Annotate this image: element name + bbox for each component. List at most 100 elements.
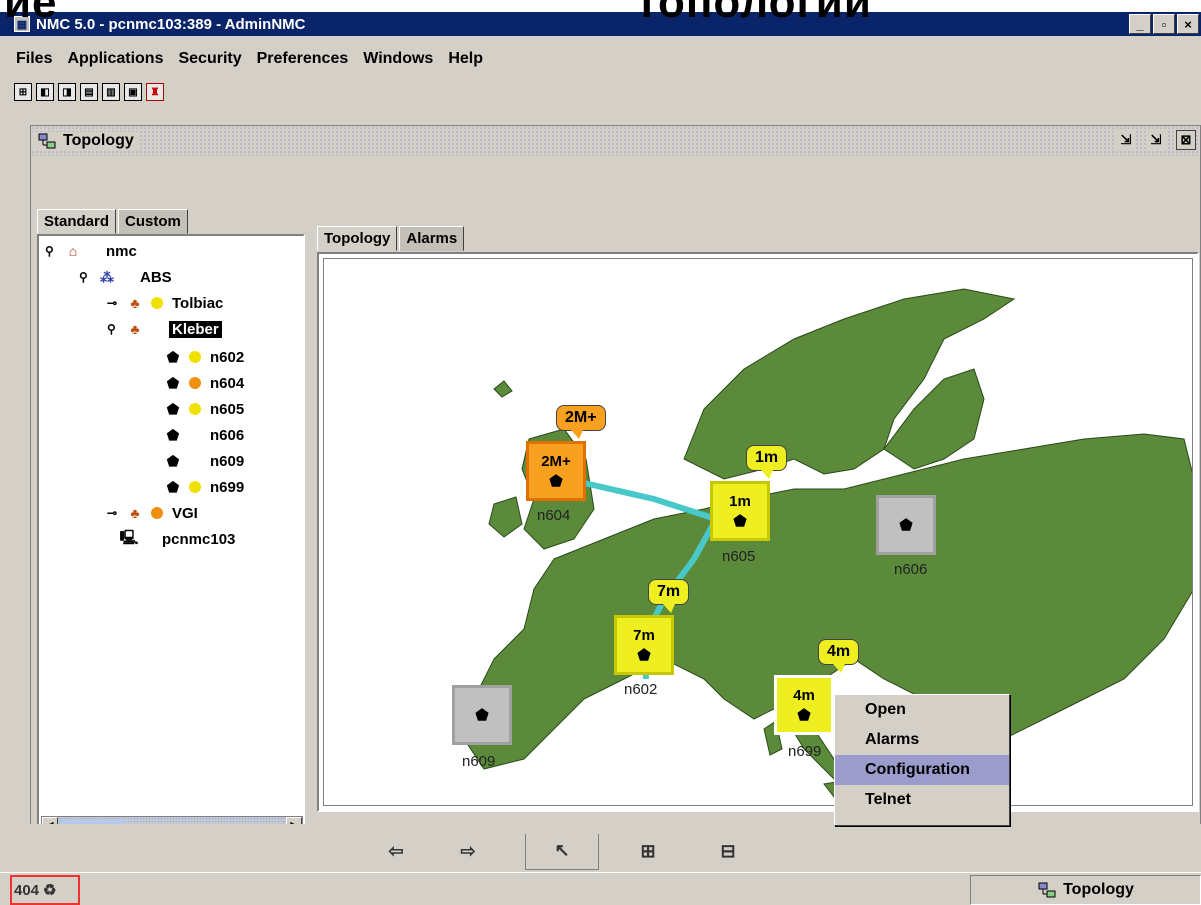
tree-node-n605[interactable]: ⬟ n605 xyxy=(163,398,247,420)
device-icon: ⬟ xyxy=(797,706,811,724)
slide-title-left: ие xyxy=(4,0,58,27)
status-dot xyxy=(189,377,201,389)
garbage-collect-icon: ♻ xyxy=(43,882,57,899)
tree-node-n606[interactable]: ⬟ n606 xyxy=(163,424,247,446)
alarm-bubble: 7m xyxy=(648,579,690,613)
menu-security[interactable]: Security xyxy=(176,48,248,70)
expand-icon[interactable]: ⊸ xyxy=(107,296,119,310)
menu-applications[interactable]: Applications xyxy=(65,48,170,70)
cascade-icon[interactable]: ◧ xyxy=(36,83,54,101)
slide-title-right: топологии xyxy=(636,0,872,27)
menu-preferences[interactable]: Preferences xyxy=(255,48,356,70)
device-label: n609 xyxy=(462,753,496,770)
back-arrow-icon[interactable]: ⇦ xyxy=(383,838,409,864)
device-icon: ⬟ xyxy=(733,512,747,530)
tile-vertical-icon[interactable]: ◨ xyxy=(58,83,76,101)
tree-node-kleber[interactable]: ⚲ ♣ Kleber xyxy=(107,318,222,340)
device-icon: ⬟ xyxy=(549,472,563,490)
map-pane: Topology Alarms 2M+ ⬟ n604 2M+ 1m ⬟ n605… xyxy=(313,198,1201,870)
europe-map[interactable]: 2M+ ⬟ n604 2M+ 1m ⬟ n605 1m 7m ⬟ n602 7m… xyxy=(323,258,1193,806)
device-label: n604 xyxy=(537,507,571,524)
tab-standard[interactable]: Standard xyxy=(37,209,117,234)
device-icon: ⬟ xyxy=(899,517,913,534)
window-title: NMC 5.0 - pcnmc103:389 - AdminNMC xyxy=(36,15,306,33)
trash-icon[interactable]: ♜ xyxy=(146,83,164,101)
network-icon: ♣ xyxy=(130,505,140,521)
maximize-button[interactable]: ▫ xyxy=(1153,14,1175,34)
select-pointer-icon[interactable]: ↖ xyxy=(525,830,599,870)
tree-node-n609[interactable]: ⬟ n609 xyxy=(163,450,247,472)
toolbar: ⊞ ◧ ◨ ▤ ▥ ▣ ♜ xyxy=(14,83,164,101)
device-node-n605[interactable]: 1m ⬟ xyxy=(710,481,770,541)
status-dot xyxy=(189,403,201,415)
tab-alarms[interactable]: Alarms xyxy=(399,226,465,251)
zoom-in-icon[interactable]: ⊞ xyxy=(635,838,661,864)
collapse-icon[interactable]: ⚲ xyxy=(45,244,57,258)
device-icon: ⬟ xyxy=(166,452,180,469)
device-icon: ⬟ xyxy=(166,374,180,391)
taskbar-item-topology[interactable]: Topology xyxy=(970,875,1201,905)
network-icon: ♣ xyxy=(130,321,140,337)
menu-files[interactable]: Files xyxy=(0,48,59,70)
map-area: 2M+ ⬟ n604 2M+ 1m ⬟ n605 1m 7m ⬟ n602 7m… xyxy=(317,252,1199,812)
group-icon: ⁂ xyxy=(100,268,114,285)
iconify-icon[interactable]: ⇲ xyxy=(1116,130,1136,150)
tree-node-n602[interactable]: ⬟ n602 xyxy=(163,346,247,368)
tab-topology[interactable]: Topology xyxy=(317,226,398,251)
restore-icon[interactable]: ⇲ xyxy=(1146,130,1166,150)
topology-frame: Topology ⇲ ⇲ ⊠ Standard Custom ⚲ ⌂ nmc ⚲… xyxy=(30,125,1201,870)
tree-node-nmc[interactable]: ⚲ ⌂ nmc xyxy=(45,240,140,262)
device-label: n699 xyxy=(788,743,822,760)
zoom-out-icon[interactable]: ⊟ xyxy=(715,838,741,864)
tile-icon[interactable]: ⊞ xyxy=(14,83,32,101)
tree-node-pcnmc103[interactable]: 🖳 pcnmc103 xyxy=(119,528,238,550)
status-dot xyxy=(151,297,163,309)
device-node-n604[interactable]: 2M+ ⬟ xyxy=(526,441,586,501)
save-icon[interactable]: ▣ xyxy=(124,83,142,101)
minimize-button[interactable]: _ xyxy=(1129,14,1151,34)
status-dot xyxy=(151,507,163,519)
device-node-n602[interactable]: 7m ⬟ xyxy=(614,615,674,675)
lower-splitter[interactable] xyxy=(30,824,1201,834)
alarm-bubble: 4m xyxy=(818,639,860,673)
taskbar-label: Topology xyxy=(1063,881,1134,898)
close-button[interactable]: × xyxy=(1177,14,1199,34)
status-dot xyxy=(189,481,201,493)
window-title-bar[interactable]: ▦ NMC 5.0 - pcnmc103:389 - AdminNMC _ ▫ … xyxy=(0,12,1201,36)
device-label: n605 xyxy=(722,548,756,565)
menu-windows[interactable]: Windows xyxy=(361,48,440,70)
collapse-icon[interactable]: ⚲ xyxy=(79,270,91,284)
device-icon: ⬟ xyxy=(637,646,651,664)
device-node-n699[interactable]: 4m ⬟ xyxy=(774,675,834,735)
collapse-icon[interactable]: ⚲ xyxy=(107,322,119,336)
menu-help[interactable]: Help xyxy=(446,48,490,70)
frame-close-icon[interactable]: ⊠ xyxy=(1176,130,1196,150)
alarm-bubble: 2M+ xyxy=(556,405,606,439)
tree-node-abs[interactable]: ⚲ ⁂ ABS xyxy=(79,266,175,288)
tree-node-n604[interactable]: ⬟ n604 xyxy=(163,372,247,394)
topology-icon xyxy=(38,133,56,149)
context-menu: Open Alarms Configuration Telnet xyxy=(834,694,1010,826)
topology-frame-title: Topology xyxy=(63,132,134,149)
expand-icon[interactable]: ⊸ xyxy=(107,506,119,520)
split-right-icon[interactable]: ▥ xyxy=(102,83,120,101)
device-node-n606[interactable]: ⬟ xyxy=(876,495,936,555)
menu-item-alarms[interactable]: Alarms xyxy=(835,725,1009,755)
forward-arrow-icon[interactable]: ⇨ xyxy=(455,838,481,864)
tree-node-tolbiac[interactable]: ⊸ ♣ Tolbiac xyxy=(107,292,226,314)
device-icon: ⬟ xyxy=(166,478,180,495)
topology-icon xyxy=(1038,882,1056,898)
tree-node-n699[interactable]: ⬟ n699 xyxy=(163,476,247,498)
device-node-n609[interactable]: ⬟ xyxy=(452,685,512,745)
memory-indicator[interactable]: 404 ♻ xyxy=(10,875,80,905)
menu-item-configuration[interactable]: Configuration xyxy=(835,755,1009,785)
computer-icon: 🖳 xyxy=(119,529,139,545)
topology-frame-title-bar[interactable]: Topology ⇲ ⇲ ⊠ xyxy=(31,126,1200,156)
menu-item-open[interactable]: Open xyxy=(835,695,1009,725)
status-dot xyxy=(189,351,201,363)
menu-item-telnet[interactable]: Telnet xyxy=(835,785,1009,815)
tab-custom[interactable]: Custom xyxy=(118,209,188,234)
split-left-icon[interactable]: ▤ xyxy=(80,83,98,101)
tree-node-vgi[interactable]: ⊸ ♣ VGI xyxy=(107,502,201,524)
topology-tree: ⚲ ⌂ nmc ⚲ ⁂ ABS ⊸ ♣ Tolbiac ⚲ ♣ Kleber ⬟… xyxy=(37,234,305,834)
